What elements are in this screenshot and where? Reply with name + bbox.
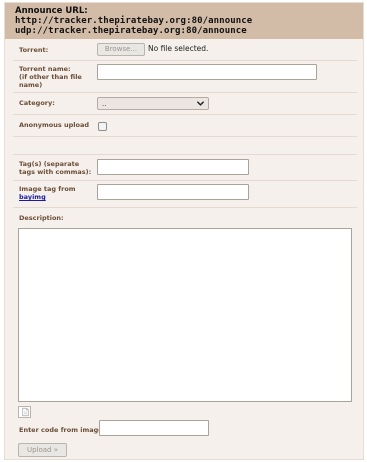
file-status-text: No file selected. — [148, 44, 209, 53]
category-select[interactable]: .. — [97, 97, 209, 110]
description-textarea[interactable] — [18, 228, 352, 402]
announce-url-udp: udp://tracker.thepiratebay.org:80/announ… — [15, 26, 247, 36]
anonymous-checkbox[interactable] — [98, 122, 107, 131]
chevron-down-icon — [197, 101, 204, 106]
captcha-image — [18, 406, 31, 418]
anonymous-label: Anonymous upload — [19, 121, 89, 129]
image-tag-label-text: Image tag from — [19, 185, 76, 193]
captcha-label: Enter code from image: — [19, 426, 106, 434]
announce-url-http: http://tracker.thepiratebay.org:80/annou… — [15, 16, 253, 26]
announce-header: Announce URL: http://tracker.thepirateba… — [5, 3, 363, 39]
tags-label: Tag(s) (separate tags with commas): — [19, 160, 91, 176]
torrent-name-input[interactable] — [97, 64, 317, 80]
category-selected-value: .. — [102, 100, 107, 108]
torrent-name-label-text: Torrent name: — [19, 65, 71, 73]
row-divider — [13, 114, 357, 115]
image-tag-input[interactable] — [97, 184, 249, 200]
tags-label-line-1: Tag(s) (separate — [19, 160, 80, 168]
bayimg-link[interactable]: bayimg — [19, 193, 46, 201]
row-divider — [13, 92, 357, 93]
broken-image-icon — [22, 407, 29, 417]
description-label: Description: — [19, 214, 64, 222]
category-label: Category: — [19, 99, 55, 107]
tags-label-line-2: tags with commas): — [19, 168, 92, 176]
row-divider — [13, 136, 357, 137]
tags-input[interactable] — [97, 159, 249, 175]
torrent-name-hint-2: name) — [19, 81, 43, 89]
announce-title: Announce URL: — [15, 6, 88, 16]
captcha-input[interactable] — [99, 420, 209, 436]
image-tag-label: Image tag from bayimg — [19, 185, 76, 201]
upload-button[interactable]: Upload » — [18, 443, 67, 457]
upload-form-panel: Announce URL: http://tracker.thepirateba… — [4, 2, 364, 460]
torrent-label: Torrent: — [19, 46, 49, 54]
row-divider — [13, 60, 357, 61]
torrent-name-hint-1: (if other than file — [19, 73, 82, 81]
row-divider — [13, 154, 357, 155]
browse-button[interactable]: Browse... — [97, 43, 145, 56]
row-divider — [13, 207, 357, 208]
torrent-name-label: Torrent name: (if other than file name) — [19, 65, 82, 89]
row-divider — [13, 180, 357, 181]
